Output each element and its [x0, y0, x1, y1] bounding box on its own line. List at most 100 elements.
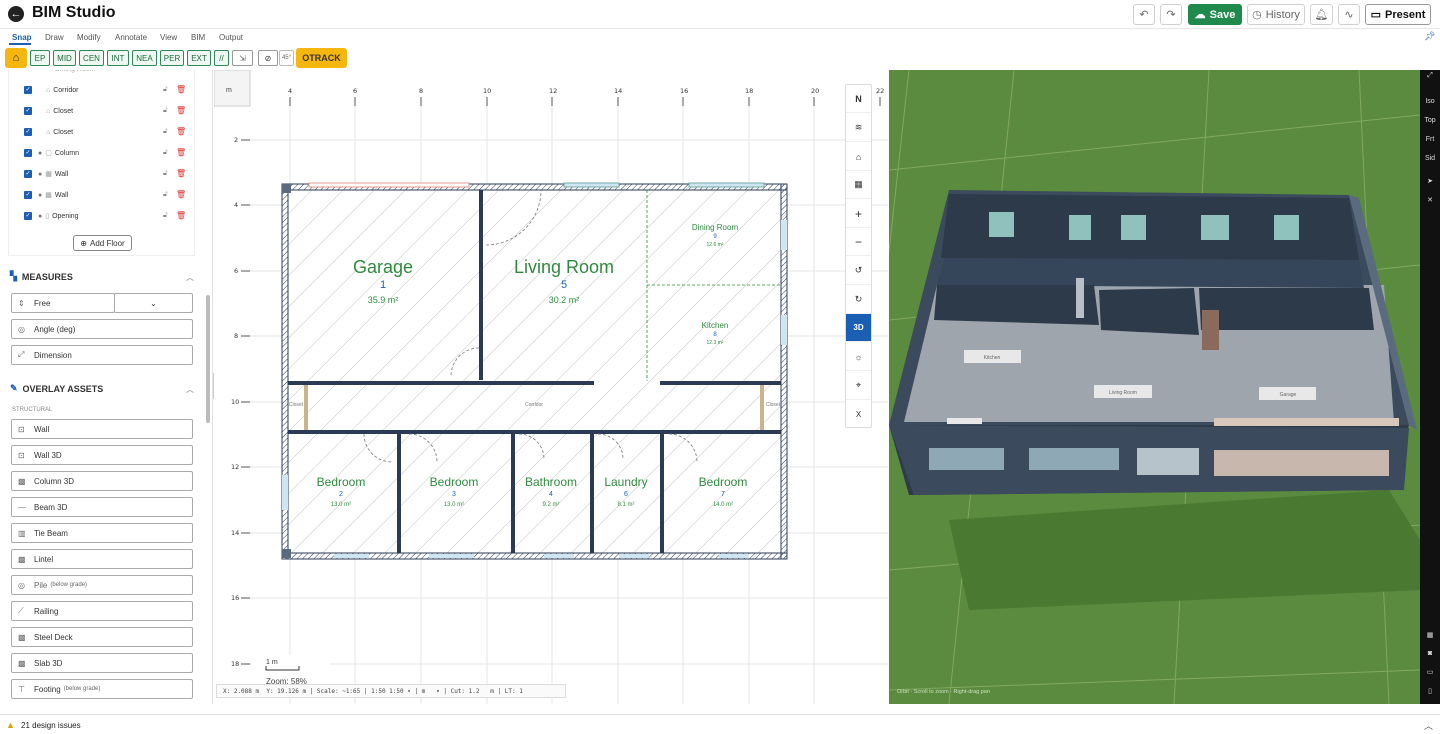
- sun-icon[interactable]: ☼: [846, 343, 871, 371]
- save-button[interactable]: ☁ Save: [1188, 4, 1242, 25]
- room-name[interactable]: Corridor: [525, 402, 543, 408]
- home-icon[interactable]: ⌂: [846, 143, 871, 171]
- screen-icon[interactable]: ▭: [1420, 668, 1440, 676]
- add-floor-button[interactable]: ⊕ Add Floor: [73, 235, 132, 251]
- otrack-button[interactable]: OTRACK: [296, 48, 347, 68]
- trash-icon[interactable]: 🗑︎: [176, 211, 186, 220]
- tab-draw[interactable]: Draw: [45, 33, 64, 42]
- chevron-up-icon[interactable]: ︿: [186, 272, 194, 283]
- trash-icon[interactable]: 🗑︎: [176, 190, 186, 199]
- room-name[interactable]: Bedroom: [317, 475, 366, 489]
- asset-pile[interactable]: ◎ Pile (below grade): [11, 575, 193, 595]
- room-name[interactable]: Dining Room: [692, 223, 739, 232]
- snap-int[interactable]: INT: [107, 50, 129, 66]
- tab-output[interactable]: Output: [219, 33, 243, 42]
- grid-icon[interactable]: ▦: [846, 171, 871, 199]
- north-button[interactable]: N: [846, 85, 871, 113]
- asset-wall[interactable]: ⊡ Wall: [11, 419, 193, 439]
- asset-railing[interactable]: ⟋ Railing: [11, 601, 193, 621]
- checkbox-icon[interactable]: ✓: [24, 212, 32, 220]
- room-name[interactable]: Living Room: [514, 257, 614, 277]
- sidebar-scrollbar[interactable]: [206, 295, 210, 423]
- asset-lintel[interactable]: ▩ Lintel: [11, 549, 193, 569]
- zoom-in-button[interactable]: +: [846, 200, 871, 228]
- layer-row[interactable]: ✓ ⌂ Closet: [24, 104, 73, 118]
- pin-icon[interactable]: ⌖: [846, 372, 871, 400]
- pin-icon[interactable]: 📌︎: [1424, 31, 1435, 42]
- back-arrow-icon[interactable]: ←: [8, 6, 24, 22]
- measure-mode-dropdown[interactable]: ⌄: [114, 293, 193, 313]
- layer-row[interactable]: ✓ ● ▦ Wall: [24, 188, 68, 202]
- view-front-button[interactable]: Frt: [1420, 136, 1440, 143]
- room-name[interactable]: Kitchen: [702, 321, 729, 330]
- snap-cen[interactable]: CEN: [79, 50, 104, 66]
- unlock-icon[interactable]: 🔓︎: [163, 170, 168, 178]
- snap-nea[interactable]: NEA: [132, 50, 157, 66]
- asset-wall-3d[interactable]: ⊡ Wall 3D: [11, 445, 193, 465]
- measures-header[interactable]: ▚ MEASURES: [10, 271, 73, 282]
- room-name[interactable]: Bedroom: [430, 475, 479, 489]
- unlock-icon[interactable]: 🔓︎: [163, 128, 168, 136]
- asset-slab-3d[interactable]: ▩ Slab 3D: [11, 653, 193, 673]
- asset-steel-deck[interactable]: ▩ Steel Deck: [11, 627, 193, 647]
- close-3d-icon[interactable]: ✕: [1420, 196, 1440, 204]
- angle-snap[interactable]: 45°: [279, 50, 294, 66]
- trash-icon[interactable]: 🗑︎: [176, 106, 186, 115]
- layer-row[interactable]: ✓ ⌂ Corridor: [24, 83, 79, 97]
- 3d-toggle-button[interactable]: 3D: [846, 314, 871, 342]
- checkbox-icon[interactable]: ✓: [24, 191, 32, 199]
- tab-snap[interactable]: Snap: [12, 33, 32, 42]
- chevron-up-icon[interactable]: ︿: [186, 384, 194, 395]
- expand-icon[interactable]: ⤢: [1420, 72, 1440, 80]
- rotate-right-icon[interactable]: ↻: [846, 286, 871, 314]
- angle-button[interactable]: ◎ Angle (deg): [11, 319, 193, 339]
- view-side-button[interactable]: Sid: [1420, 155, 1440, 162]
- tab-annotate[interactable]: Annotate: [115, 33, 147, 42]
- 3d-viewport[interactable]: Kitchen Living Room Garage Orbit · Scrol…: [889, 70, 1420, 704]
- present-button[interactable]: ▭ Present: [1365, 4, 1431, 25]
- checkbox-icon[interactable]: ✓: [24, 86, 32, 94]
- unlock-icon[interactable]: 🔓︎: [163, 86, 168, 94]
- trash-icon[interactable]: 🗑︎: [176, 127, 186, 136]
- camera-icon[interactable]: ◙: [1420, 650, 1440, 657]
- tab-bim[interactable]: BIM: [191, 33, 205, 42]
- room-name[interactable]: Bathroom: [525, 475, 577, 489]
- asset-footing[interactable]: ⊤ Footing (below grade): [11, 679, 193, 699]
- layer-row[interactable]: ✓ ⌂ Closet: [24, 125, 73, 139]
- redo-button[interactable]: ↷: [1160, 4, 1182, 25]
- dimension-button[interactable]: ⤢ Dimension: [11, 345, 193, 365]
- snap-ep[interactable]: EP: [30, 50, 50, 66]
- snap-mid[interactable]: MID: [53, 50, 76, 66]
- snap-parallel[interactable]: //: [214, 50, 229, 66]
- unlock-icon[interactable]: 🔓︎: [163, 149, 168, 157]
- checkbox-icon[interactable]: ✓: [24, 128, 32, 136]
- room-name[interactable]: Laundry: [604, 475, 647, 489]
- asset-column-3d[interactable]: ▩ Column 3D: [11, 471, 193, 491]
- send-icon[interactable]: ➤: [1420, 177, 1440, 185]
- compass-icon[interactable]: ⊘: [258, 50, 278, 66]
- room-name[interactable]: Garage: [353, 257, 413, 277]
- trash-icon[interactable]: 🗑︎: [176, 148, 186, 157]
- tab-view[interactable]: View: [160, 33, 177, 42]
- layer-row[interactable]: ✓ ● ▢ Column: [24, 146, 79, 160]
- notifications-button[interactable]: 🔔︎: [1310, 4, 1333, 25]
- document-icon[interactable]: ▯: [1420, 687, 1440, 695]
- unlock-icon[interactable]: 🔓︎: [163, 191, 168, 199]
- grid-icon[interactable]: ▦: [1420, 631, 1440, 639]
- view-top-button[interactable]: Top: [1420, 117, 1440, 124]
- chevron-up-icon[interactable]: ︿: [1424, 719, 1433, 732]
- checkbox-icon[interactable]: ✓: [24, 149, 32, 157]
- room-name[interactable]: Closet: [766, 402, 781, 408]
- room-name[interactable]: Closet: [289, 402, 304, 408]
- overlay-header[interactable]: ✎ OVERLAY ASSETS: [10, 383, 103, 394]
- magnet-icon[interactable]: ⌂: [5, 48, 27, 68]
- activity-button[interactable]: ∿: [1338, 4, 1360, 25]
- asset-tie-beam[interactable]: ▥ Tie Beam: [11, 523, 193, 543]
- undo-button[interactable]: ↶: [1133, 4, 1155, 25]
- layer-row[interactable]: ✓ ● ▦ Wall: [24, 167, 68, 181]
- trash-icon[interactable]: 🗑︎: [176, 169, 186, 178]
- issues-footer[interactable]: ▲ 21 design issues ︿: [0, 714, 1440, 734]
- view-iso-button[interactable]: Iso: [1420, 98, 1440, 105]
- snap-per[interactable]: PER: [160, 50, 184, 66]
- tab-modify[interactable]: Modify: [77, 33, 101, 42]
